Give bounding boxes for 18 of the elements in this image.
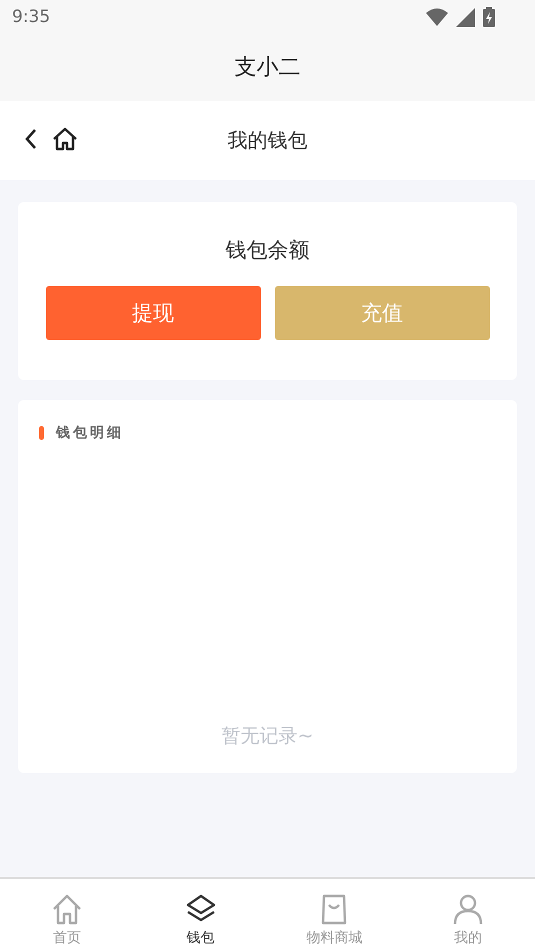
recharge-button[interactable]: 充值	[274, 286, 490, 340]
wifi-icon	[426, 8, 448, 26]
tab-item[interactable]: 物料商城	[268, 879, 402, 951]
battery-icon	[483, 7, 495, 27]
section-title: 钱包明细	[56, 424, 124, 442]
empty-text: 暂无记录~	[222, 724, 314, 749]
back-button[interactable]	[24, 128, 38, 150]
app-title: 支小二	[234, 54, 300, 82]
home-button[interactable]	[52, 127, 78, 151]
status-time: 9:35	[12, 7, 50, 27]
tab-item[interactable]: 钱包	[134, 879, 268, 951]
tab-item[interactable]: 我的	[401, 879, 535, 951]
balance-title: 钱包余额	[226, 237, 310, 264]
signal-icon	[456, 8, 475, 26]
tab-item[interactable]: 首页	[0, 879, 134, 951]
section-marker	[39, 426, 44, 440]
page-title: 我的钱包	[228, 127, 308, 154]
withdraw-button[interactable]: 提现	[46, 286, 260, 340]
